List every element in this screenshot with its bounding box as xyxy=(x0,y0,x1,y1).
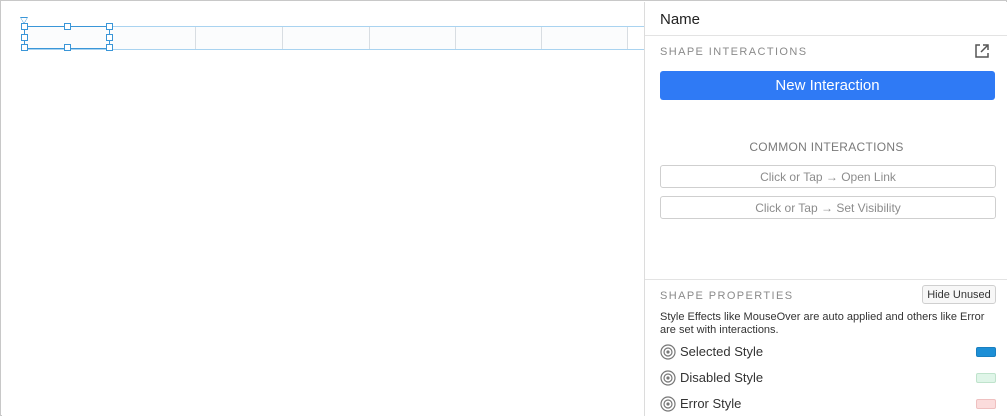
resize-handle[interactable] xyxy=(21,44,28,51)
resize-handle[interactable] xyxy=(64,23,71,30)
selected-style-row[interactable]: Selected Style xyxy=(660,342,996,362)
window-frame: Name SHAPE INTERACTIONS New Interaction … xyxy=(0,0,1007,416)
new-interaction-button[interactable]: New Interaction xyxy=(660,71,995,100)
table-cell[interactable] xyxy=(283,27,370,49)
resize-handle[interactable] xyxy=(64,44,71,51)
target-radio-icon[interactable] xyxy=(660,344,676,360)
resize-handle[interactable] xyxy=(21,23,28,30)
table-cell[interactable] xyxy=(370,27,456,49)
properties-panel: Name SHAPE INTERACTIONS New Interaction … xyxy=(644,2,1007,416)
resize-handle[interactable] xyxy=(106,34,113,41)
table-cell[interactable] xyxy=(110,27,196,49)
shape-name-label[interactable]: Name xyxy=(660,11,700,28)
disabled-style-row[interactable]: Disabled Style xyxy=(660,368,996,388)
error-style-label: Error Style xyxy=(680,396,742,411)
disabled-style-swatch[interactable] xyxy=(976,373,996,383)
disabled-style-label: Disabled Style xyxy=(680,370,764,385)
shape-interactions-title: SHAPE INTERACTIONS xyxy=(660,46,808,58)
table-cell[interactable] xyxy=(196,27,283,49)
error-style-swatch[interactable] xyxy=(976,399,996,409)
target-radio-icon[interactable] xyxy=(660,370,676,386)
table-cell[interactable] xyxy=(542,27,628,49)
section-divider xyxy=(645,279,1007,280)
target-radio-icon[interactable] xyxy=(660,396,676,412)
shape-properties-title: SHAPE PROPERTIES xyxy=(660,290,794,302)
shape-name-field[interactable]: Name xyxy=(645,2,1007,36)
set-visibility-interaction-button[interactable]: Click or Tap → Set Visibility xyxy=(660,196,996,219)
table-cell[interactable] xyxy=(456,27,542,49)
selected-style-label: Selected Style xyxy=(680,344,764,359)
design-canvas[interactable] xyxy=(2,2,644,416)
selected-style-swatch[interactable] xyxy=(976,347,996,357)
table-shape[interactable] xyxy=(24,26,644,50)
style-effects-help-text: Style Effects like MouseOver are auto ap… xyxy=(660,311,985,336)
resize-handle[interactable] xyxy=(106,44,113,51)
open-link-interaction-button[interactable]: Click or Tap → Open Link xyxy=(660,165,996,188)
error-style-row[interactable]: Error Style xyxy=(660,394,996,414)
hide-unused-button[interactable]: Hide Unused xyxy=(922,285,996,304)
resize-handle[interactable] xyxy=(106,23,113,30)
common-interactions-title: COMMON INTERACTIONS xyxy=(749,140,904,154)
external-link-icon[interactable] xyxy=(973,42,991,60)
resize-handle[interactable] xyxy=(21,34,28,41)
